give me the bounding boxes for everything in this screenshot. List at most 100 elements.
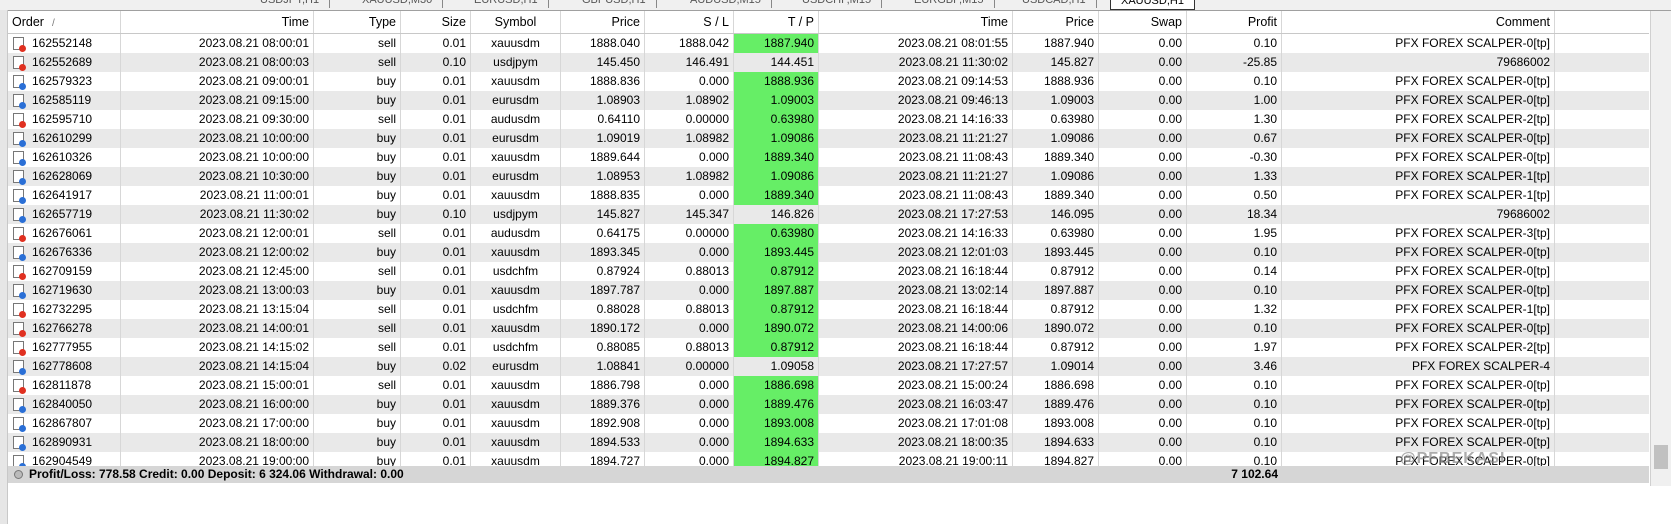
column-header-close-time[interactable]: Time bbox=[819, 11, 1013, 33]
cell-close-price: 1889.476 bbox=[1013, 395, 1099, 414]
table-row[interactable]: 162579323 2023.08.21 09:00:01 buy 0.01 xauus… bbox=[8, 72, 1649, 91]
cell-type: sell bbox=[314, 300, 401, 319]
column-header-profit[interactable]: Profit bbox=[1187, 11, 1282, 33]
cell-swap: 0.00 bbox=[1099, 72, 1187, 91]
cell-open-price: 0.64175 bbox=[561, 224, 645, 243]
cell-order: 162676061 bbox=[8, 224, 121, 243]
cell-profit: 0.10 bbox=[1187, 395, 1282, 414]
cell-profit: 0.10 bbox=[1187, 319, 1282, 338]
table-row[interactable]: 162676336 2023.08.21 12:00:02 buy 0.01 xauus… bbox=[8, 243, 1649, 262]
column-header-swap[interactable]: Swap bbox=[1099, 11, 1187, 33]
cell-open-price: 1897.787 bbox=[561, 281, 645, 300]
chart-tab[interactable]: EURGBP,M15 bbox=[904, 0, 995, 8]
table-row[interactable]: 162628069 2023.08.21 10:30:00 buy 0.01 eurus… bbox=[8, 167, 1649, 186]
cell-comment: PFX FOREX SCALPER-0[tp] bbox=[1282, 91, 1555, 110]
order-number: 162732295 bbox=[32, 302, 93, 316]
column-header-order[interactable]: Order / bbox=[8, 11, 121, 33]
order-number: 162585119 bbox=[32, 93, 92, 107]
cell-tp: 1.09003 bbox=[734, 91, 819, 110]
cell-type: buy bbox=[314, 414, 401, 433]
sort-indicator-icon: / bbox=[51, 18, 55, 29]
cell-sl: 0.000 bbox=[645, 148, 734, 167]
table-row[interactable]: 162676061 2023.08.21 12:00:01 sell 0.01 audu… bbox=[8, 224, 1649, 243]
chart-tab[interactable]: USDCAD,H1 bbox=[1012, 0, 1097, 8]
chart-tab[interactable]: USDCHF,M15 bbox=[792, 0, 883, 8]
order-number: 162766278 bbox=[32, 321, 93, 335]
table-body: 162552148 2023.08.21 08:00:01 sell 0.01 xauu… bbox=[8, 34, 1649, 471]
cell-sl: 0.000 bbox=[645, 243, 734, 262]
cell-close-price: 0.63980 bbox=[1013, 110, 1099, 129]
order-number: 162610299 bbox=[32, 131, 93, 145]
cell-swap: 0.00 bbox=[1099, 148, 1187, 167]
cell-open-time: 2023.08.21 15:00:01 bbox=[121, 376, 314, 395]
buy-order-icon bbox=[13, 246, 26, 261]
table-row[interactable]: 162777955 2023.08.21 14:15:02 sell 0.01 usdc… bbox=[8, 338, 1649, 357]
cell-swap: 0.00 bbox=[1099, 53, 1187, 72]
cell-close-time: 2023.08.21 09:14:53 bbox=[819, 72, 1013, 91]
cell-order: 162709159 bbox=[8, 262, 121, 281]
table-row[interactable]: 162641917 2023.08.21 11:00:01 buy 0.01 xauus… bbox=[8, 186, 1649, 205]
cell-profit: 1.32 bbox=[1187, 300, 1282, 319]
column-header-size[interactable]: Size bbox=[401, 11, 471, 33]
cell-symbol: usdchfm bbox=[471, 300, 561, 319]
cell-close-time: 2023.08.21 11:21:27 bbox=[819, 129, 1013, 148]
table-row[interactable]: 162811878 2023.08.21 15:00:01 sell 0.01 xauu… bbox=[8, 376, 1649, 395]
cell-size: 0.10 bbox=[401, 205, 471, 224]
cell-sl: 0.88013 bbox=[645, 262, 734, 281]
column-header-symbol[interactable]: Symbol bbox=[471, 11, 561, 33]
cell-symbol: usdchfm bbox=[471, 338, 561, 357]
chart-tab[interactable]: GBPUSD,H1 bbox=[572, 0, 657, 8]
cell-order: 162552148 bbox=[8, 34, 121, 53]
chart-tab[interactable]: XAUUSD,H1 bbox=[1110, 0, 1195, 10]
buy-order-icon bbox=[13, 132, 26, 147]
cell-profit: 0.10 bbox=[1187, 376, 1282, 395]
table-row[interactable]: 162732295 2023.08.21 13:15:04 sell 0.01 usdc… bbox=[8, 300, 1649, 319]
cell-open-time: 2023.08.21 10:30:00 bbox=[121, 167, 314, 186]
table-row[interactable]: 162595710 2023.08.21 09:30:00 sell 0.01 audu… bbox=[8, 110, 1649, 129]
table-row[interactable]: 162867807 2023.08.21 17:00:00 buy 0.01 xauus… bbox=[8, 414, 1649, 433]
chart-tab[interactable]: XAUUSD,M30 bbox=[352, 0, 444, 8]
cell-swap: 0.00 bbox=[1099, 262, 1187, 281]
chart-tab[interactable]: USDJPY,H1 bbox=[250, 0, 331, 8]
cell-type: sell bbox=[314, 53, 401, 72]
scrollbar-thumb[interactable] bbox=[1654, 445, 1668, 469]
cell-sl: 146.491 bbox=[645, 53, 734, 72]
cell-tp: 1.09058 bbox=[734, 357, 819, 376]
cell-type: buy bbox=[314, 167, 401, 186]
chart-tab-strip: USDJPY,H1 XAUUSD,M30 EURUSD,H1 GBPUSD,H1 AUD… bbox=[0, 0, 1671, 11]
cell-profit: 0.10 bbox=[1187, 414, 1282, 433]
column-header-open-time[interactable]: Time bbox=[121, 11, 314, 33]
vertical-scrollbar[interactable] bbox=[1650, 11, 1671, 486]
table-row[interactable]: 162610299 2023.08.21 10:00:00 buy 0.01 eurus… bbox=[8, 129, 1649, 148]
cell-symbol: usdjpym bbox=[471, 53, 561, 72]
column-header-open-price[interactable]: Price bbox=[561, 11, 645, 33]
table-row[interactable]: 162552689 2023.08.21 08:00:03 sell 0.10 usdj… bbox=[8, 53, 1649, 72]
cell-order: 162777955 bbox=[8, 338, 121, 357]
table-row[interactable]: 162766278 2023.08.21 14:00:01 sell 0.01 xauu… bbox=[8, 319, 1649, 338]
table-row[interactable]: 162709159 2023.08.21 12:45:00 sell 0.01 usdc… bbox=[8, 262, 1649, 281]
cell-symbol: usdjpym bbox=[471, 205, 561, 224]
cell-comment: PFX FOREX SCALPER-3[tp] bbox=[1282, 224, 1555, 243]
column-header-type[interactable]: Type bbox=[314, 11, 401, 33]
chart-tab[interactable]: EURUSD,H1 bbox=[464, 0, 549, 8]
cell-close-price: 145.827 bbox=[1013, 53, 1099, 72]
column-header-comment[interactable]: Comment bbox=[1282, 11, 1555, 33]
column-header-tp[interactable]: T / P bbox=[734, 11, 819, 33]
cell-symbol: eurusdm bbox=[471, 91, 561, 110]
table-row[interactable]: 162610326 2023.08.21 10:00:00 buy 0.01 xauus… bbox=[8, 148, 1649, 167]
chart-tab[interactable]: AUDUSD,M15 bbox=[680, 0, 772, 8]
sell-order-icon bbox=[13, 303, 26, 318]
table-row[interactable]: 162657719 2023.08.21 11:30:02 buy 0.10 usdjp… bbox=[8, 205, 1649, 224]
summary-row[interactable]: Profit/Loss: 778.58 Credit: 0.00 Deposit… bbox=[8, 466, 1649, 483]
cell-close-time: 2023.08.21 14:16:33 bbox=[819, 224, 1013, 243]
table-row[interactable]: 162719630 2023.08.21 13:00:03 buy 0.01 xauus… bbox=[8, 281, 1649, 300]
table-row[interactable]: 162585119 2023.08.21 09:15:00 buy 0.01 eurus… bbox=[8, 91, 1649, 110]
column-header-sl[interactable]: S / L bbox=[645, 11, 734, 33]
table-row[interactable]: 162840050 2023.08.21 16:00:00 buy 0.01 xauus… bbox=[8, 395, 1649, 414]
cell-size: 0.01 bbox=[401, 148, 471, 167]
cell-sl: 0.000 bbox=[645, 319, 734, 338]
cell-type: buy bbox=[314, 433, 401, 452]
table-row[interactable]: 162778608 2023.08.21 14:15:04 buy 0.02 eurus… bbox=[8, 357, 1649, 376]
table-row[interactable]: 162552148 2023.08.21 08:00:01 sell 0.01 xauu… bbox=[8, 34, 1649, 53]
column-header-close-price[interactable]: Price bbox=[1013, 11, 1099, 33]
